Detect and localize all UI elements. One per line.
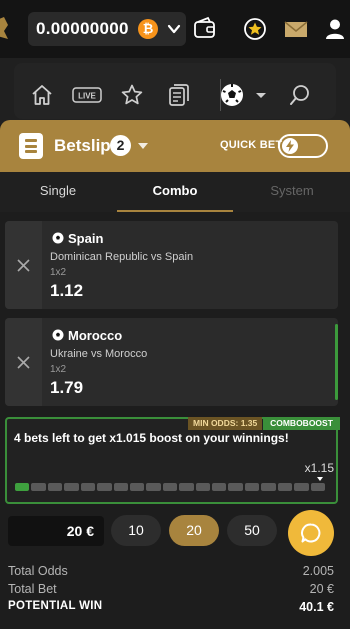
- bet-type-tabs: Single Combo System: [0, 172, 350, 212]
- betslip-icon: [19, 133, 43, 159]
- search-icon[interactable]: [288, 83, 312, 107]
- close-icon: [17, 356, 30, 369]
- boost-progress-segment: [97, 483, 112, 491]
- potential-win-value: 40.1 €: [299, 600, 334, 614]
- boost-progress-segment: [212, 483, 227, 491]
- balance-value: 0.00000000: [36, 19, 129, 38]
- boost-progress-segment: [80, 483, 96, 491]
- potential-win-row: POTENTIAL WIN 40.1 €: [8, 600, 334, 616]
- bet-odds: 1.79: [50, 378, 84, 397]
- boost-progress-segment: [162, 483, 178, 491]
- boost-progress-segment: [146, 483, 161, 491]
- toggle-knob: [282, 138, 298, 154]
- min-odds-tag: MIN ODDS: 1.35: [188, 417, 263, 430]
- remove-bet-button[interactable]: [5, 221, 42, 309]
- bet-card: Spain Dominican Republic vs Spain 1x2 1.…: [5, 221, 338, 309]
- odds-change-indicator: [335, 324, 338, 400]
- boost-progress-segment: [47, 483, 63, 491]
- bet-match[interactable]: Dominican Republic vs Spain: [50, 251, 193, 263]
- stake-input[interactable]: 20 €: [8, 516, 104, 546]
- stake-chip-20[interactable]: 20: [169, 515, 219, 546]
- potential-win-label: POTENTIAL WIN: [8, 600, 103, 612]
- boost-progress-segment: [294, 483, 309, 491]
- mail-icon[interactable]: [283, 16, 309, 42]
- app-root: 0.00000000 ₿ LIVE Betslip 2 QUICK BET Si…: [0, 0, 350, 629]
- boost-progress-segment: [228, 483, 243, 491]
- betslip-list-icon[interactable]: [167, 83, 191, 107]
- betslip-caret-icon[interactable]: [138, 143, 148, 149]
- soccer-ball-icon: [52, 329, 64, 341]
- boost-progress-segment: [129, 483, 145, 491]
- boost-progress-segment: [195, 483, 211, 491]
- bitcoin-icon: ₿: [138, 19, 158, 39]
- stake-value: 20 €: [66, 523, 94, 539]
- nav-panel: LIVE: [14, 63, 336, 119]
- favorites-icon[interactable]: [120, 83, 144, 107]
- live-label: LIVE: [78, 92, 96, 101]
- stake-chip-10[interactable]: 10: [111, 515, 161, 546]
- betslip-header[interactable]: Betslip 2 QUICK BET: [0, 120, 350, 172]
- total-odds-row: Total Odds 2.005: [8, 564, 334, 580]
- boost-progress-bar: [15, 483, 326, 491]
- bet-odds: 1.12: [50, 281, 84, 300]
- boost-progress-segment: [64, 483, 79, 491]
- betslip-title: Betslip: [54, 136, 111, 155]
- user-icon[interactable]: [322, 16, 348, 42]
- bet-selection: Morocco: [68, 328, 123, 343]
- sport-dropdown-icon[interactable]: [254, 83, 268, 107]
- tab-single[interactable]: Single: [0, 172, 116, 212]
- boost-max-multiplier: x1.15: [304, 461, 334, 475]
- total-bet-value: 20 €: [309, 582, 334, 596]
- total-bet-label: Total Bet: [8, 582, 57, 596]
- betslip-content: Spain Dominican Republic vs Spain 1x2 1.…: [0, 212, 350, 629]
- tab-combo[interactable]: Combo: [117, 172, 233, 212]
- stake-chip-50[interactable]: 50: [227, 515, 277, 546]
- chat-bubble-icon: [301, 523, 321, 543]
- boost-progress-segment: [244, 483, 260, 491]
- bet-selection: Spain: [68, 231, 104, 246]
- total-odds-label: Total Odds: [8, 564, 68, 578]
- balance-selector[interactable]: 0.00000000 ₿: [28, 12, 186, 46]
- boost-message: 4 bets left to get x1.015 boost on your …: [14, 431, 289, 445]
- logo-icon[interactable]: [0, 17, 10, 39]
- boost-progress-segment: [277, 483, 293, 491]
- live-icon[interactable]: LIVE: [72, 83, 102, 107]
- home-icon[interactable]: [30, 83, 54, 107]
- boost-progress-segment: [310, 483, 326, 491]
- boost-marker-icon: [317, 477, 323, 481]
- bet-match[interactable]: Ukraine vs Morocco: [50, 348, 147, 360]
- boost-progress-segment: [261, 483, 276, 491]
- lightning-icon: [286, 140, 294, 152]
- comboboost-tag: COMBOBOOST: [263, 417, 340, 430]
- nav-bar: LIVE: [0, 58, 350, 124]
- remove-bet-button[interactable]: [5, 318, 42, 406]
- close-icon: [17, 259, 30, 272]
- soccer-ball-icon: [52, 232, 64, 244]
- boost-progress-segment: [31, 483, 46, 491]
- total-bet-row: Total Bet 20 €: [8, 582, 334, 598]
- combo-boost-panel: MIN ODDS: 1.35 COMBOBOOST 4 bets left to…: [5, 417, 340, 504]
- chevron-down-icon[interactable]: [166, 21, 182, 37]
- quick-bet-label: QUICK BET: [220, 139, 283, 151]
- soccer-ball-icon[interactable]: [219, 82, 245, 108]
- tab-system[interactable]: System: [234, 172, 350, 212]
- chat-button[interactable]: [288, 510, 334, 556]
- boost-progress-segment: [113, 483, 128, 491]
- bet-market: 1x2: [50, 267, 67, 278]
- wallet-icon[interactable]: [192, 16, 218, 42]
- top-bar: 0.00000000 ₿: [0, 0, 350, 58]
- boost-progress-segment: [15, 483, 30, 491]
- bet-market: 1x2: [50, 364, 67, 375]
- betslip-count-badge: 2: [110, 135, 131, 156]
- star-badge-icon[interactable]: [242, 16, 268, 42]
- total-odds-value: 2.005: [302, 564, 334, 578]
- boost-progress-segment: [179, 483, 194, 491]
- quick-bet-toggle[interactable]: [278, 134, 328, 158]
- bet-card: Morocco Ukraine vs Morocco 1x2 1.79: [5, 318, 338, 406]
